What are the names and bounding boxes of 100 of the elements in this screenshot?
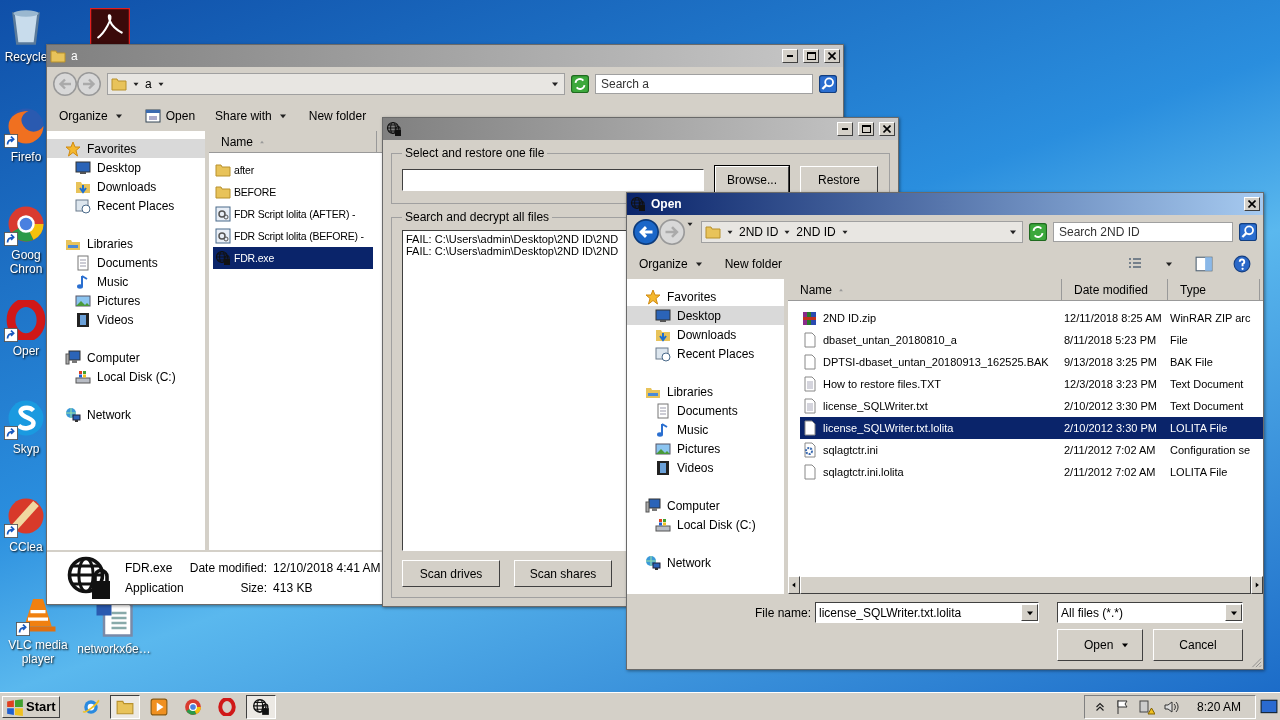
file-type-dropdown[interactable]: All files (*.*) [1057,602,1243,623]
breadcrumb[interactable]: a [145,77,152,91]
desktop-icon-label[interactable]: Recycle [4,50,48,64]
file-row[interactable]: after [213,159,373,181]
desktop-icon-label[interactable]: Firefo [10,150,42,164]
nav-item[interactable]: Desktop [627,306,784,325]
clock[interactable]: 8:20 AM [1196,699,1241,714]
nav-item[interactable]: Documents [47,253,205,272]
nav-item[interactable]: Libraries [627,382,784,401]
globe-lock-icon [630,196,646,212]
nav-item[interactable]: Pictures [47,291,205,310]
toolbar-button[interactable]: Share with [215,109,289,123]
file-row[interactable]: sqlagtctr.ini 2/11/2012 7:02 AM Configuration se [800,439,1263,461]
refresh-icon [571,75,589,93]
close-button[interactable] [824,49,840,63]
breadcrumb[interactable]: 2ND ID [796,225,836,239]
nav-item[interactable]: Computer [627,496,784,515]
close-button[interactable] [879,122,895,136]
open-button[interactable]: Open [1057,629,1143,661]
scan-shares-button[interactable]: Scan shares [514,560,612,587]
file-row[interactable]: dbaset_untan_20180810_a 8/11/2018 5:23 PM File [800,329,1263,351]
breadcrumb[interactable]: 2ND ID [739,225,779,239]
ring-icon [217,697,236,716]
file-name-field[interactable]: license_SQLWriter.txt.lolita [815,602,1039,623]
start-button[interactable]: Start [2,695,60,718]
show-desktop-icon [1260,697,1278,716]
close-button[interactable] [1244,197,1260,211]
nav-item[interactable]: Pictures [627,439,784,458]
file-path-field[interactable] [402,168,704,191]
computer-icon [65,349,81,366]
horizontal-scrollbar[interactable] [788,576,1263,594]
nav-item[interactable]: Downloads [627,325,784,344]
type-cell: File [1170,334,1188,346]
minimize-button[interactable] [782,49,798,63]
search-field[interactable]: Search a [595,74,813,94]
file-icon [802,420,818,436]
shortcut-arrow-icon [4,134,18,148]
column-header[interactable]: Type [1168,279,1260,300]
file-row[interactable]: BEFORE [213,181,373,203]
taskbar-button[interactable] [109,694,140,719]
toolbar-button[interactable]: New folder [724,257,783,271]
nav-item[interactable]: Music [47,272,205,291]
minimize-button[interactable] [837,122,853,136]
nav-item[interactable]: Libraries [47,234,205,253]
nav-item[interactable]: Music [627,420,784,439]
file-row[interactable]: How to restore files.TXT 12/3/2018 3:23 PM Text Document [800,373,1263,395]
toolbar-button[interactable]: Organize [639,257,705,271]
maximize-icon [806,52,816,60]
toolbar-button[interactable]: New folder [308,109,367,123]
column-header[interactable]: Name [788,279,1062,300]
nav-item[interactable]: Videos [47,310,205,329]
nav-item[interactable]: Network [627,553,784,572]
scan-drives-button[interactable]: Scan drives [402,560,500,587]
browse-button[interactable]: Browse... [715,166,789,193]
file-name: FDR.exe [234,252,275,264]
date-cell: 8/11/2018 5:23 PM [1064,334,1157,346]
file-row[interactable]: DPTSI-dbaset_untan_20180913_162525.BAK 9/13/2018 3:25 PM BAK File [800,351,1263,373]
search-field[interactable]: Search 2ND ID [1053,222,1233,242]
file-row[interactable]: FDR.exe [213,247,373,269]
file-row[interactable]: sqlagtctr.ini.lolita 2/11/2012 7:02 AM LOLITA File [800,461,1263,483]
column-header[interactable]: Name [209,131,377,152]
file-name: How to restore files.TXT [823,378,941,390]
address-bar[interactable]: a [107,73,565,95]
nav-item[interactable]: Recent Places [627,344,784,363]
restore-button[interactable]: Restore [800,166,878,193]
taskbar-button[interactable] [245,694,276,719]
nav-item[interactable]: Local Disk (C:) [47,367,205,386]
shortcut-arrow-icon [16,622,30,636]
file-row[interactable]: FDR Script lolita (BEFORE) - [213,225,373,247]
nav-item[interactable]: Local Disk (C:) [627,515,784,534]
toolbar-button[interactable]: Open [144,108,196,124]
nav-item[interactable]: Documents [627,401,784,420]
file-row[interactable]: 2ND ID.zip 12/11/2018 8:25 AM WinRAR ZIP arc [800,307,1263,329]
nav-item[interactable]: Favorites [627,287,784,306]
group-title: Search and decrypt all files [404,210,551,224]
star-icon [65,140,81,157]
nav-item[interactable]: Recent Places [47,196,205,215]
nav-item[interactable]: Videos [627,458,784,477]
file-row[interactable]: license_SQLWriter.txt 2/10/2012 3:30 PM Text Document [800,395,1263,417]
file-name: sqlagtctr.ini.lolita [823,466,904,478]
desktop-icon-label[interactable]: Skyp [12,442,40,456]
nav-item[interactable]: Desktop [47,158,205,177]
script-window-icon [215,206,231,222]
file-icon [802,332,818,348]
maximize-button[interactable] [803,49,819,63]
nav-item[interactable]: Favorites [47,139,205,158]
preview-pane-icon [1195,255,1213,273]
desktop-icon-label[interactable]: Oper [12,344,40,358]
type-cell: LOLITA File [1170,466,1228,478]
maximize-button[interactable] [858,122,874,136]
column-header[interactable]: Date modified [1062,279,1168,300]
nav-item[interactable]: Downloads [47,177,205,196]
file-row[interactable]: license_SQLWriter.txt.lolita 2/10/2012 3:30 PM LOLITA File [800,417,1263,439]
file-row[interactable]: FDR Script lolita (AFTER) - [213,203,373,225]
desktop-icon-label[interactable]: Goog Chron [4,248,48,276]
nav-item[interactable]: Network [47,405,205,424]
nav-item[interactable]: Computer [47,348,205,367]
cancel-button[interactable]: Cancel [1153,629,1243,661]
address-bar[interactable]: 2ND ID 2ND ID [701,221,1023,243]
toolbar-button[interactable]: Organize [59,109,125,123]
